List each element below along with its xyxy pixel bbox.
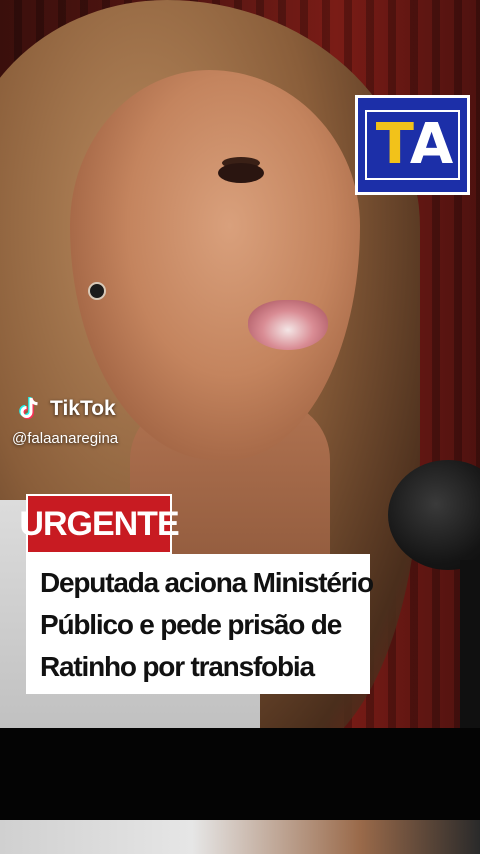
ta-channel-logo: TA xyxy=(355,95,470,195)
logo-frame: TA xyxy=(365,110,460,180)
logo-letter-a: A xyxy=(409,112,453,177)
black-letterbox-band xyxy=(0,728,480,820)
urgent-badge: URGENTE xyxy=(19,494,180,554)
headline-line-2: Público e pede prisão de xyxy=(40,609,342,640)
bottom-video-strip xyxy=(0,820,480,854)
headline-line-3: Ratinho por transfobia xyxy=(40,651,315,682)
logo-letter-t: T xyxy=(375,112,414,177)
headline-line-1: Deputada aciona Ministério xyxy=(40,567,374,598)
headline-box: Deputada aciona Ministério Público e ped… xyxy=(26,554,374,694)
tiktok-watermark: TikTok xyxy=(16,395,116,423)
tiktok-icon xyxy=(19,397,38,420)
earring xyxy=(88,282,106,300)
tiktok-username: @falaanaregina xyxy=(12,430,119,447)
microphone-arm xyxy=(460,560,480,740)
speaker-eye xyxy=(218,163,264,183)
speaker-mouth xyxy=(248,300,328,350)
tiktok-brand-label: TikTok xyxy=(50,397,116,420)
